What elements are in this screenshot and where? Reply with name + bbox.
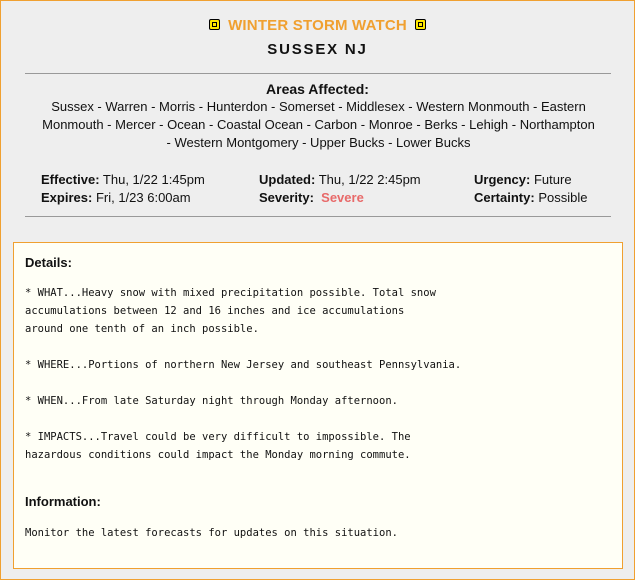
effective-label: Effective: — [41, 172, 100, 187]
updated-value: Thu, 1/22 2:45pm — [318, 172, 421, 187]
details-what: * WHAT...Heavy snow with mixed precipita… — [25, 287, 436, 335]
areas-line: Monmouth - Mercer - Ocean - Coastal Ocea… — [42, 117, 595, 132]
updated-label: Updated: — [259, 172, 316, 187]
alert-location: SUSSEX NJ — [267, 41, 368, 58]
areas-affected-list: Sussex - Warren - Morris - Hunterdon - S… — [21, 98, 616, 152]
expires-label: Expires: — [41, 190, 93, 205]
severity-label: Severity: — [259, 190, 314, 205]
details-title: Details: — [25, 255, 72, 270]
meta-column-updated: Updated: Thu, 1/22 2:45pm Severity: Seve… — [259, 171, 421, 207]
information-title: Information: — [25, 494, 101, 509]
expires-value: Fri, 1/23 6:00am — [95, 190, 191, 205]
meta-column-times: Effective: Thu, 1/22 1:45pm Expires: Fri… — [41, 171, 205, 207]
severity-value: Severe — [321, 190, 364, 205]
certainty-value: Possible — [538, 190, 588, 205]
alert-headline-text: WINTER STORM WATCH — [228, 17, 407, 34]
details-when: * WHEN...From late Saturday night throug… — [25, 395, 398, 407]
warning-icon — [414, 18, 426, 30]
meta-column-urgency: Urgency: Future Certainty: Possible — [474, 171, 587, 207]
divider — [25, 73, 611, 74]
details-where: * WHERE...Portions of northern New Jerse… — [25, 359, 462, 371]
certainty-label: Certainty: — [474, 190, 535, 205]
areas-line: Sussex - Warren - Morris - Hunterdon - S… — [51, 99, 586, 114]
effective-value: Thu, 1/22 1:45pm — [102, 172, 205, 187]
alert-panel: WINTER STORM WATCH SUSSEX NJ Areas Affec… — [0, 0, 635, 580]
details-impacts: * IMPACTS...Travel could be very difficu… — [25, 431, 411, 461]
information-text: Monitor the latest forecasts for updates… — [25, 527, 398, 539]
areas-affected-title: Areas Affected: — [266, 81, 369, 97]
details-box: Details: * WHAT...Heavy snow with mixed … — [13, 242, 623, 569]
warning-icon — [209, 18, 221, 30]
areas-line: - Western Montgomery - Upper Bucks - Low… — [166, 135, 471, 150]
divider — [25, 216, 611, 217]
alert-headline: WINTER STORM WATCH — [1, 16, 634, 36]
urgency-label: Urgency: — [474, 172, 531, 187]
urgency-value: Future — [533, 172, 572, 187]
